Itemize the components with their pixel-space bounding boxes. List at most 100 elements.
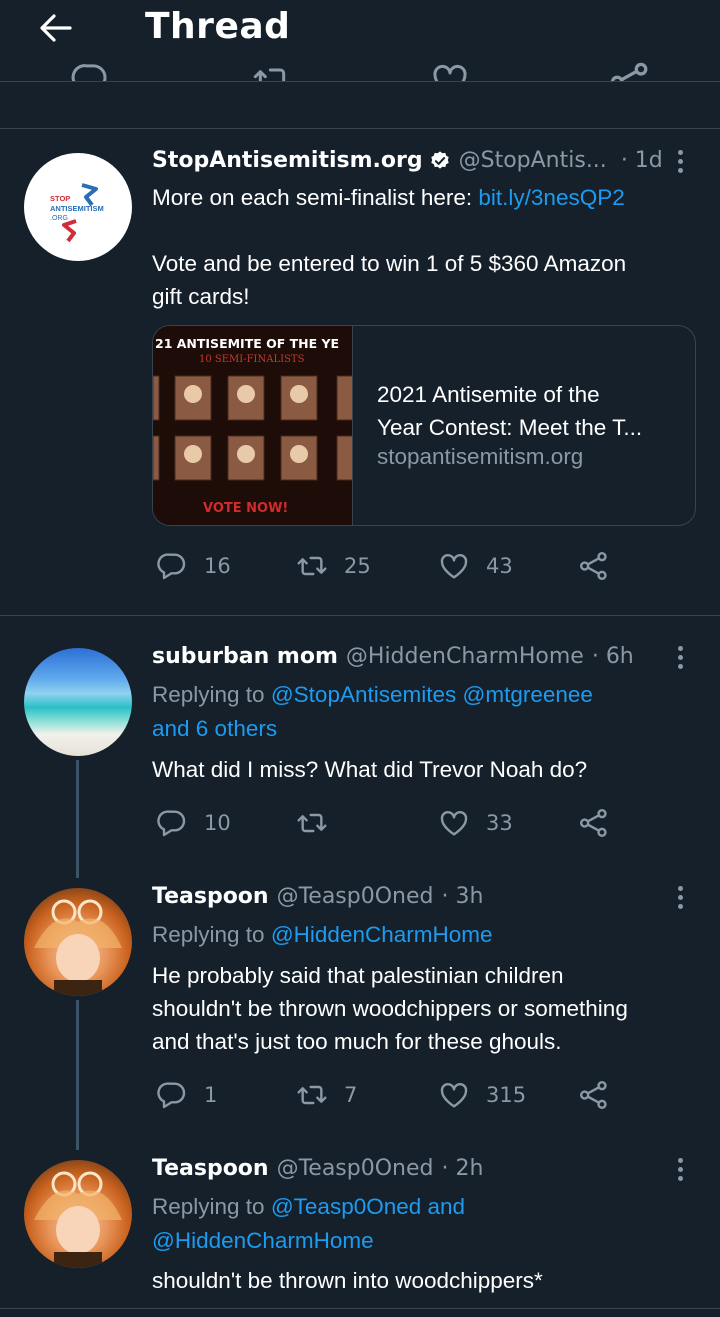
display-name[interactable]: suburban mom [152, 644, 338, 669]
tweet-text-prefix: More on each semi-finalist here: [152, 185, 479, 210]
verified-badge-icon [430, 150, 449, 169]
retweet-count: 7 [344, 1083, 358, 1107]
display-name[interactable]: Teaspoon [152, 1156, 269, 1181]
retweet-icon[interactable] [252, 60, 292, 82]
card-domain: stopantisemitism.org [377, 444, 584, 469]
replying-to-others[interactable]: and 6 others [152, 712, 277, 745]
reply-icon [156, 807, 188, 839]
retweet-button[interactable]: 25 [296, 549, 371, 583]
reply-icon [156, 550, 188, 582]
logo-line-1: STOP [50, 194, 70, 203]
thread-connector-line [76, 1000, 79, 1150]
thumbnail-cta-text: VOTE NOW! [203, 501, 288, 516]
like-count: 315 [486, 1083, 527, 1107]
top-app-bar: Thread [0, 0, 720, 82]
thumbnail-banner-text: 21 ANTISEMITE OF THE YE [155, 336, 339, 351]
avatar[interactable] [24, 888, 132, 996]
tweet-header: StopAntisemitism.org @StopAntis... · 1d [152, 148, 669, 173]
reply-count: 16 [204, 554, 231, 578]
divider [0, 615, 720, 616]
reply-button[interactable]: 1 [156, 1078, 217, 1112]
reply-button[interactable]: 10 [156, 806, 231, 840]
user-handle[interactable]: @HiddenCharmHome [346, 644, 584, 669]
avatar[interactable] [24, 648, 132, 756]
replying-to-mentions[interactable]: @Teasp0Oned and [271, 1194, 465, 1219]
timestamp[interactable]: · 2h [442, 1156, 484, 1181]
retweet-icon [296, 1079, 328, 1111]
card-title: 2021 Antisemite of the Year Contest: Mee… [377, 378, 642, 444]
like-icon [438, 550, 470, 582]
anime-avatar-art [34, 899, 122, 996]
more-options-icon[interactable] [672, 886, 688, 916]
reply-icon[interactable] [70, 60, 110, 82]
like-button[interactable]: 33 [438, 806, 513, 840]
more-options-icon[interactable] [672, 646, 688, 676]
tweet-text-line: More on each semi-finalist here: bit.ly/… [152, 181, 625, 214]
share-button[interactable] [578, 549, 610, 583]
tweet-text-line: Vote and be entered to win 1 of 5 $360 A… [152, 251, 627, 276]
share-icon[interactable] [608, 60, 652, 82]
tweet-text-line: shouldn't be thrown into woodchippers* [152, 1268, 543, 1293]
display-name[interactable]: StopAntisemitism.org [152, 148, 423, 173]
like-button[interactable]: 43 [438, 549, 513, 583]
arrow-left-icon[interactable] [36, 8, 76, 48]
replying-to-mentions[interactable]: @HiddenCharmHome [271, 922, 493, 947]
logo-line-2: ANTISEMITISM [50, 204, 104, 213]
thumbnail-subtitle-text: 10 SEMI-FINALISTS [199, 354, 305, 365]
user-handle[interactable]: @Teasp0Oned [277, 1156, 434, 1181]
like-icon [438, 1079, 470, 1111]
thread-connector-line [76, 760, 79, 878]
replying-to-mentions-line-2[interactable]: @HiddenCharmHome [152, 1224, 374, 1257]
tweet-text-line: and that's just too much for these ghoul… [152, 1029, 562, 1054]
reply-icon [156, 1079, 188, 1111]
replying-to: Replying to @HiddenCharmHome [152, 918, 493, 951]
previous-tweet-actions-peek [0, 60, 720, 82]
share-icon [578, 550, 610, 582]
reply-button[interactable]: 16 [156, 549, 231, 583]
replying-to-label: Replying to [152, 682, 271, 707]
logo-line-3: .ORG [50, 215, 68, 222]
replying-to-mentions[interactable]: @StopAntisemites @mtgreenee [271, 682, 593, 707]
timestamp[interactable]: · 6h [592, 644, 634, 669]
share-button[interactable] [578, 1078, 610, 1112]
anime-avatar-art [34, 1171, 122, 1268]
reply-count: 10 [204, 811, 231, 835]
user-handle[interactable]: @Teasp0Oned [277, 884, 434, 909]
replying-to-label: Replying to [152, 922, 271, 947]
tweet-header: suburban mom @HiddenCharmHome · 6h [152, 644, 640, 669]
tweet-text-line: shouldn't be thrown woodchippers or some… [152, 996, 628, 1021]
share-icon [578, 807, 610, 839]
card-title-line-2: Year Contest: Meet the T... [377, 415, 643, 440]
retweet-icon [296, 550, 328, 582]
divider [0, 1308, 720, 1309]
tweet-link[interactable]: bit.ly/3nesQP2 [478, 185, 624, 210]
tweet-header: Teaspoon @Teasp0Oned · 2h [152, 1156, 489, 1181]
more-options-icon[interactable] [672, 1158, 688, 1188]
tweet-text-line: gift cards! [152, 284, 250, 309]
timestamp[interactable]: · 1d [621, 148, 663, 173]
replying-to: Replying to @StopAntisemites @mtgreenee [152, 678, 593, 711]
tweet-header: Teaspoon @Teasp0Oned · 3h [152, 884, 489, 909]
like-count: 43 [486, 554, 513, 578]
user-handle[interactable]: @StopAntis... [459, 148, 607, 173]
page-title: Thread [145, 6, 291, 47]
tweet-text-line: What did I miss? What did Trevor Noah do… [152, 757, 588, 782]
stopantisemitism-logo: STOP ANTISEMITISM .ORG [50, 183, 104, 243]
avatar[interactable]: STOP ANTISEMITISM .ORG [24, 153, 132, 261]
retweet-button[interactable] [296, 806, 344, 840]
avatar[interactable] [24, 1160, 132, 1268]
timestamp[interactable]: · 3h [442, 884, 484, 909]
link-preview-card[interactable]: 21 ANTISEMITE OF THE YE 10 SEMI-FINALIST… [152, 325, 696, 526]
divider [0, 128, 720, 129]
retweet-button[interactable]: 7 [296, 1078, 357, 1112]
more-options-icon[interactable] [672, 150, 688, 180]
like-icon[interactable] [430, 60, 470, 82]
replying-to: Replying to @Teasp0Oned and [152, 1190, 465, 1223]
like-icon [438, 807, 470, 839]
reply-count: 1 [204, 1083, 218, 1107]
like-button[interactable]: 315 [438, 1078, 526, 1112]
card-title-line-1: 2021 Antisemite of the [377, 382, 600, 407]
share-button[interactable] [578, 806, 610, 840]
display-name[interactable]: Teaspoon [152, 884, 269, 909]
share-icon [578, 1079, 610, 1111]
